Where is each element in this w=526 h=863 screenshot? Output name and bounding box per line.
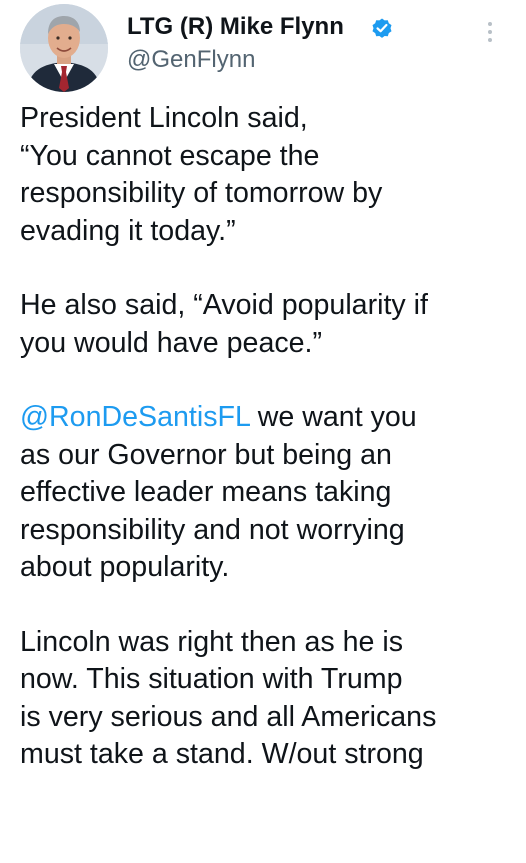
tweet-paragraph: Lincoln was right then as he is now. Thi…	[20, 624, 520, 774]
tweet-text: President Lincoln said, “You cannot esca…	[20, 100, 520, 811]
tweet-paragraph: President Lincoln said, “You cannot esca…	[20, 100, 520, 250]
tweet-line: President Lincoln said,	[20, 102, 308, 134]
tweet-line: evading it today.”	[20, 214, 236, 247]
tweet-line: is very serious and all Americans	[20, 700, 437, 733]
author-handle[interactable]: @GenFlynn	[127, 45, 255, 75]
verified-badge-icon	[372, 18, 392, 38]
tweet-line: “You cannot escape the	[20, 139, 320, 172]
author-name[interactable]: LTG (R) Mike Flynn	[127, 12, 344, 42]
tweet-line: Lincoln was right then as he is	[20, 625, 404, 658]
tweet-line: responsibility and not worrying	[20, 513, 405, 546]
tweet-paragraph: He also said, “Avoid popularity if you w…	[20, 287, 520, 362]
tweet-line: you would have peace.”	[20, 326, 323, 359]
tweet-line: as our Governor but being an	[20, 438, 392, 471]
tweet-line: effective leader means taking	[20, 476, 392, 508]
tweet-line: responsibility of tomorrow by	[20, 177, 383, 209]
tweet-paragraph: @RonDeSantisFL we want you as our Govern…	[20, 399, 520, 587]
mention-link[interactable]: @RonDeSantisFL	[20, 401, 250, 433]
tweet-line: must take a stand. W/out strong	[20, 738, 424, 770]
tweet-card: LTG (R) Mike Flynn @GenFlynn President L…	[0, 0, 526, 863]
tweet-line: about popularity.	[20, 551, 230, 583]
avatar[interactable]	[20, 4, 108, 92]
profile-photo	[20, 4, 108, 92]
tweet-line: He also said, “Avoid popularity if	[20, 289, 428, 321]
tweet-line-rest: we want you	[249, 401, 417, 433]
tweet-line: now. This situation with Trump	[20, 663, 403, 695]
more-vertical-icon[interactable]	[478, 18, 502, 46]
tweet-header: LTG (R) Mike Flynn @GenFlynn	[0, 0, 526, 100]
tweet-line: @RonDeSantisFL we want you	[20, 399, 520, 437]
